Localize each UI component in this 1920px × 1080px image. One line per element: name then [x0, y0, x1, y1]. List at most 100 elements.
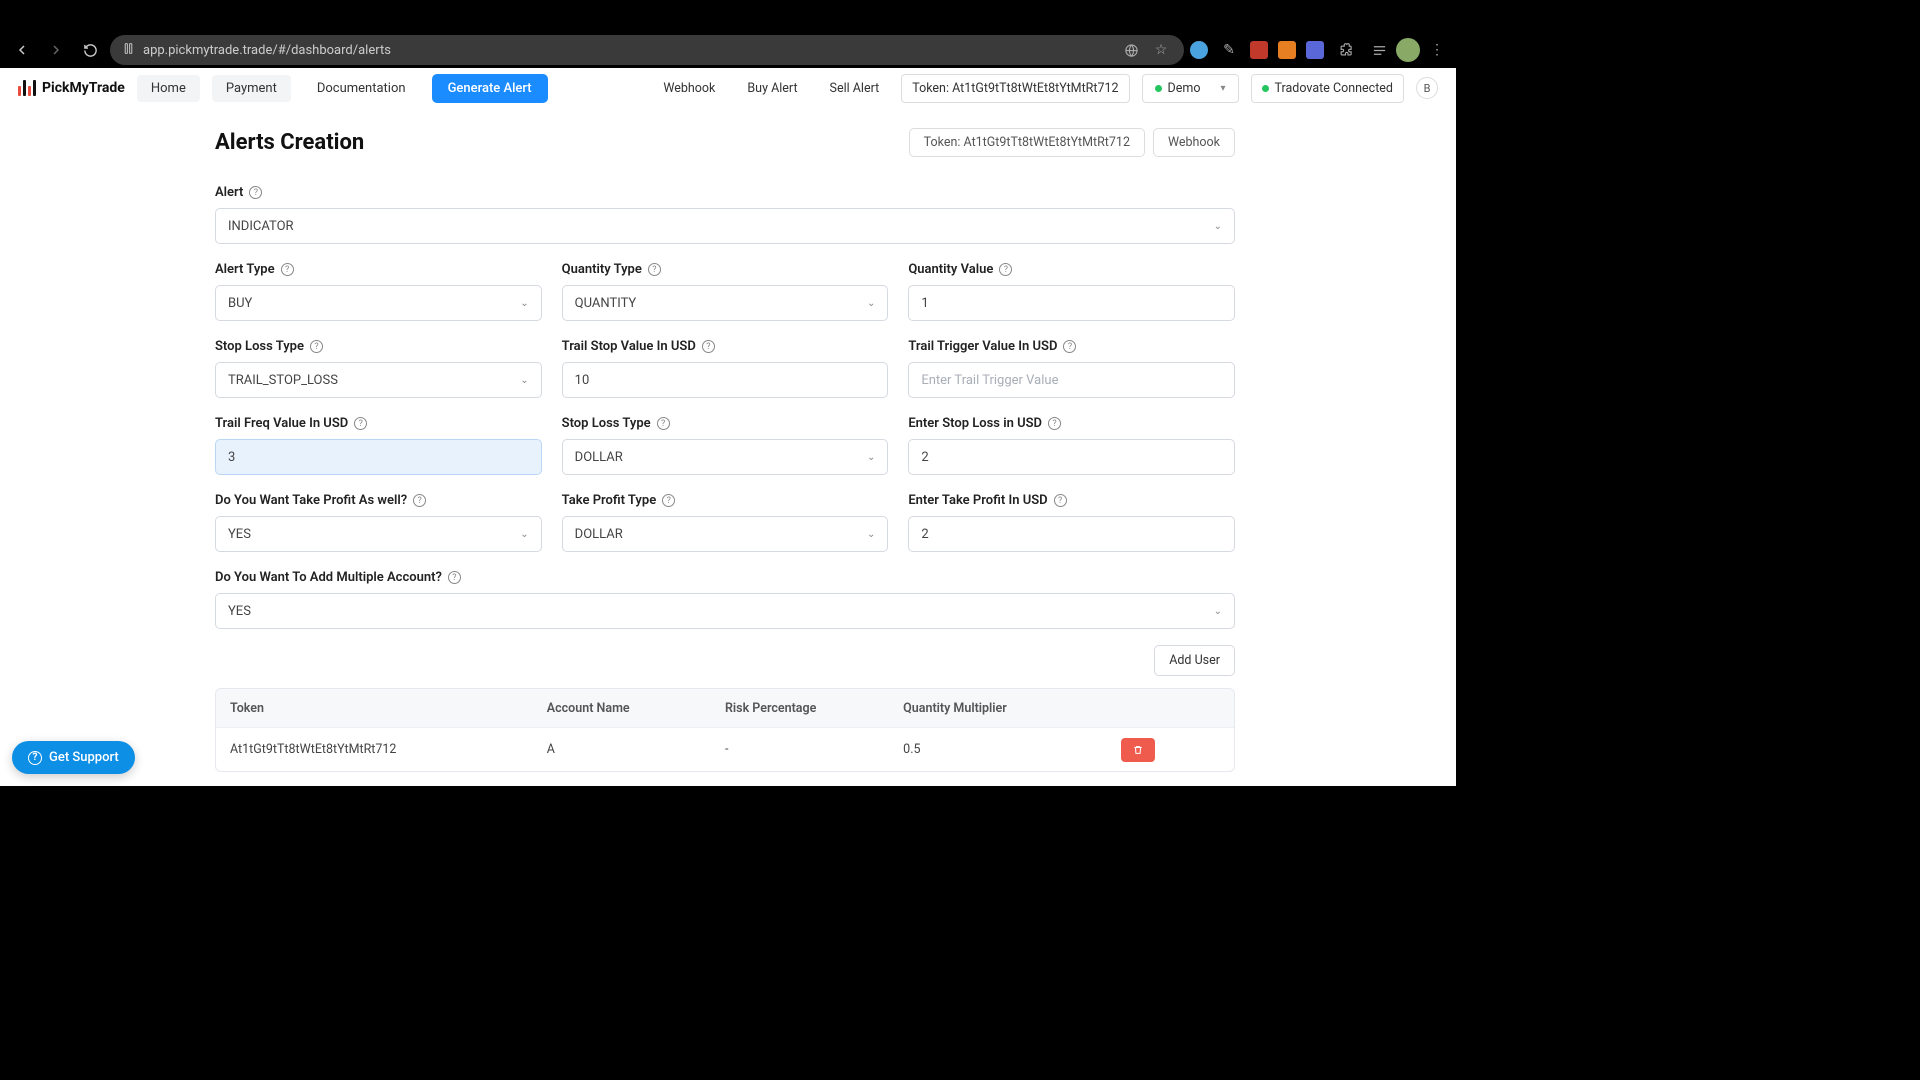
chrome-menu-icon[interactable]: ⋮	[1426, 39, 1448, 61]
get-support-button[interactable]: ? Get Support	[12, 741, 135, 774]
buy-alert-link[interactable]: Buy Alert	[737, 75, 807, 102]
help-icon[interactable]: ?	[1048, 417, 1061, 430]
cell-account: A	[547, 742, 725, 757]
cell-qty: 0.5	[903, 742, 1121, 757]
th-qty: Quantity Multiplier	[903, 701, 1121, 716]
help-icon[interactable]: ?	[1054, 494, 1067, 507]
add-user-button[interactable]: Add User	[1154, 645, 1235, 676]
help-icon[interactable]: ?	[648, 263, 661, 276]
help-icon[interactable]: ?	[702, 340, 715, 353]
delete-row-button[interactable]	[1121, 738, 1155, 762]
quantity-value-label: Quantity Value?	[908, 262, 1235, 277]
help-icon[interactable]: ?	[657, 417, 670, 430]
help-icon[interactable]: ?	[354, 417, 367, 430]
translate-icon[interactable]	[1120, 39, 1142, 61]
quantity-value-input[interactable]	[908, 285, 1235, 321]
sell-alert-link[interactable]: Sell Alert	[820, 75, 890, 102]
stop-loss-type-label: Stop Loss Type?	[215, 339, 542, 354]
th-risk: Risk Percentage	[725, 701, 903, 716]
chevron-down-icon: ⌄	[867, 529, 875, 540]
extensions-puzzle-icon[interactable]	[1334, 39, 1356, 61]
webhook-badge[interactable]: Webhook	[1153, 128, 1235, 157]
help-icon[interactable]: ?	[999, 263, 1012, 276]
trail-freq-input[interactable]	[215, 439, 542, 475]
chevron-down-icon: ▾	[1220, 83, 1225, 94]
help-icon[interactable]: ?	[1063, 340, 1076, 353]
reload-button[interactable]	[76, 36, 104, 64]
chevron-down-icon: ⌄	[1214, 606, 1222, 617]
url-text: app.pickmytrade.trade/#/dashboard/alerts	[143, 43, 391, 58]
page-title: Alerts Creation	[215, 130, 364, 155]
alert-label: Alert?	[215, 185, 1235, 200]
bookmark-star-icon[interactable]: ☆	[1150, 39, 1172, 61]
nav-home[interactable]: Home	[137, 75, 200, 102]
stop-loss-type2-label: Stop Loss Type?	[562, 416, 889, 431]
take-profit-want-select[interactable]: YES⌄	[215, 516, 542, 552]
browser-toolbar: app.pickmytrade.trade/#/dashboard/alerts…	[0, 32, 1456, 68]
chevron-down-icon: ⌄	[1214, 221, 1222, 232]
nav-payment[interactable]: Payment	[212, 75, 291, 102]
token-badge: Token: At1tGt9tTt8tWtEt8tYtMtRt712	[909, 128, 1145, 157]
take-profit-type-select[interactable]: DOLLAR⌄	[562, 516, 889, 552]
chevron-down-icon: ⌄	[520, 529, 528, 540]
help-icon[interactable]: ?	[281, 263, 294, 276]
trail-freq-label: Trail Freq Value In USD?	[215, 416, 542, 431]
alert-type-label: Alert Type?	[215, 262, 542, 277]
take-profit-want-label: Do You Want Take Profit As well??	[215, 493, 542, 508]
token-display: Token: At1tGt9tTt8tWtEt8tYtMtRt712	[901, 74, 1129, 103]
connection-status: Tradovate Connected	[1251, 74, 1404, 103]
reading-list-icon[interactable]	[1368, 39, 1390, 61]
brand-text: PickMyTrade	[42, 80, 125, 96]
help-icon[interactable]: ?	[448, 571, 461, 584]
user-avatar[interactable]: B	[1416, 77, 1438, 99]
extension-icon-4[interactable]	[1278, 41, 1296, 59]
help-icon[interactable]: ?	[310, 340, 323, 353]
chevron-down-icon: ⌄	[867, 298, 875, 309]
multi-account-select[interactable]: YES⌄	[215, 593, 1235, 629]
alert-select[interactable]: INDICATOR⌄	[215, 208, 1235, 244]
cell-token: At1tGt9tTt8tWtEt8tYtMtRt712	[230, 742, 547, 757]
th-token: Token	[230, 701, 547, 716]
cell-risk: -	[725, 742, 903, 757]
help-icon[interactable]: ?	[662, 494, 675, 507]
trail-trigger-input[interactable]	[908, 362, 1235, 398]
back-button[interactable]	[8, 36, 36, 64]
th-account: Account Name	[547, 701, 725, 716]
help-icon[interactable]: ?	[413, 494, 426, 507]
help-icon[interactable]: ?	[249, 186, 262, 199]
chevron-down-icon: ⌄	[867, 452, 875, 463]
quantity-type-label: Quantity Type?	[562, 262, 889, 277]
stop-loss-type-select[interactable]: TRAIL_STOP_LOSS⌄	[215, 362, 542, 398]
extension-icon-1[interactable]	[1190, 41, 1208, 59]
trail-stop-input[interactable]	[562, 362, 889, 398]
account-mode-select[interactable]: Demo ▾	[1142, 74, 1239, 103]
quantity-type-select[interactable]: QUANTITY⌄	[562, 285, 889, 321]
take-profit-type-label: Take Profit Type?	[562, 493, 889, 508]
trail-trigger-label: Trail Trigger Value In USD?	[908, 339, 1235, 354]
table-row: At1tGt9tTt8tWtEt8tYtMtRt712 A - 0.5	[216, 727, 1234, 771]
generate-alert-button[interactable]: Generate Alert	[432, 74, 548, 103]
extension-icon-3[interactable]	[1250, 41, 1268, 59]
site-settings-icon[interactable]	[122, 42, 135, 59]
take-profit-usd-input[interactable]	[908, 516, 1235, 552]
stop-loss-usd-input[interactable]	[908, 439, 1235, 475]
profile-avatar[interactable]	[1396, 38, 1420, 62]
webhook-link[interactable]: Webhook	[653, 75, 725, 102]
nav-docs[interactable]: Documentation	[303, 75, 420, 102]
alert-type-select[interactable]: BUY⌄	[215, 285, 542, 321]
stop-loss-type2-select[interactable]: DOLLAR⌄	[562, 439, 889, 475]
accounts-table: Token Account Name Risk Percentage Quant…	[215, 688, 1235, 772]
chevron-down-icon: ⌄	[520, 298, 528, 309]
logo[interactable]: PickMyTrade	[18, 80, 125, 96]
trail-stop-label: Trail Stop Value In USD?	[562, 339, 889, 354]
chevron-down-icon: ⌄	[520, 375, 528, 386]
multi-account-label: Do You Want To Add Multiple Account??	[215, 570, 1235, 585]
take-profit-usd-label: Enter Take Profit In USD?	[908, 493, 1235, 508]
extension-icon-5[interactable]	[1306, 41, 1324, 59]
help-icon: ?	[28, 751, 42, 765]
extension-icon-2[interactable]: ✎	[1218, 39, 1240, 61]
app-header: PickMyTrade Home Payment Documentation G…	[0, 68, 1456, 108]
forward-button[interactable]	[42, 36, 70, 64]
stop-loss-usd-label: Enter Stop Loss in USD?	[908, 416, 1235, 431]
url-bar[interactable]: app.pickmytrade.trade/#/dashboard/alerts…	[110, 35, 1184, 65]
